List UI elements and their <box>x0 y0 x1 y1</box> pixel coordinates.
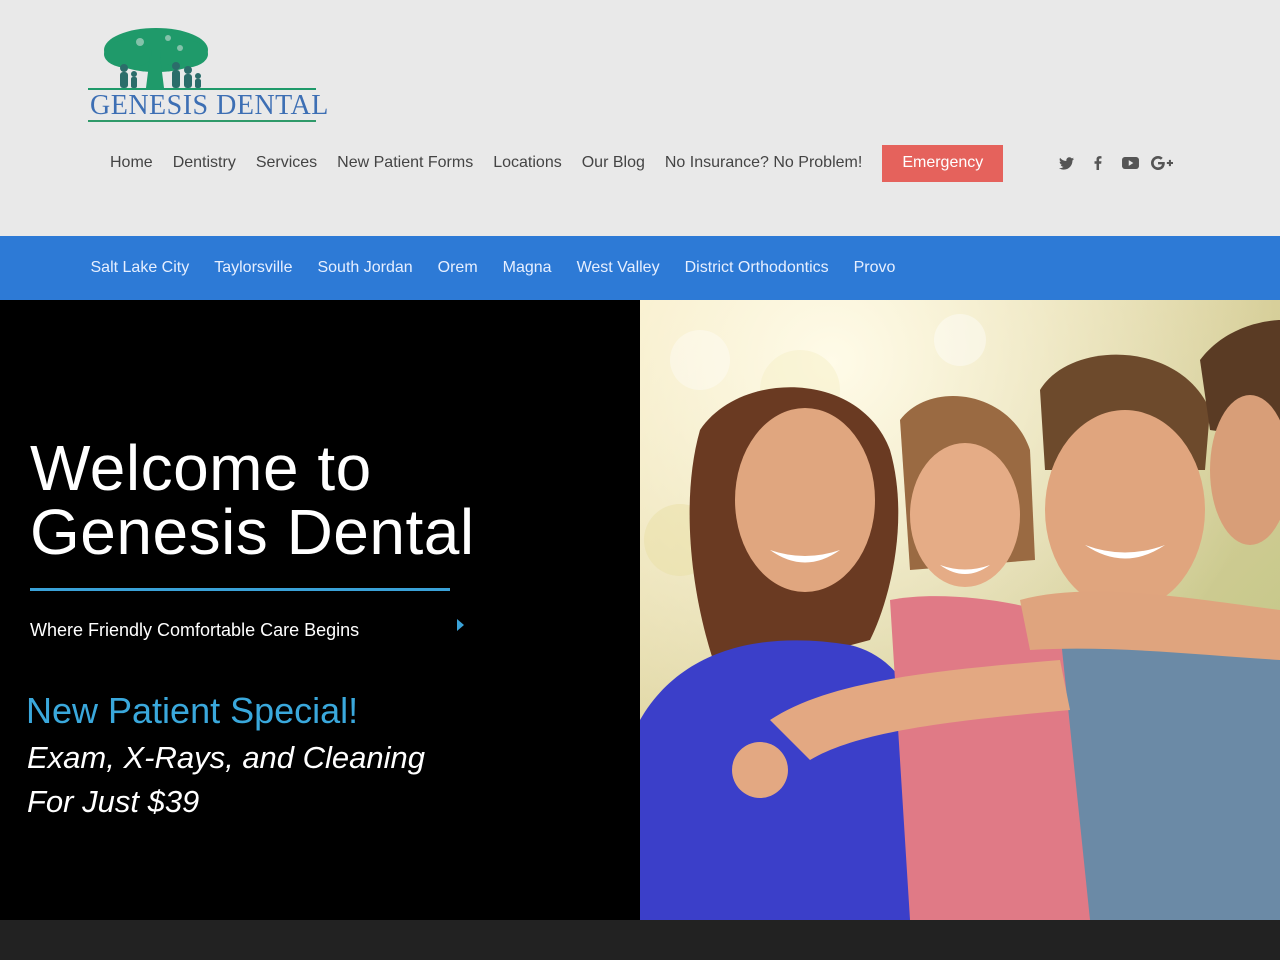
hero-text-panel: Welcome to Genesis Dental Where Friendly… <box>0 300 640 920</box>
hero-subtitle: Where Friendly Comfortable Care Begins <box>30 620 360 640</box>
main-nav: Home Dentistry Services New Patient Form… <box>100 144 1004 182</box>
site-header: GENESIS DENTAL Home Dentistry Services N… <box>0 0 1280 236</box>
location-orem[interactable]: Orem <box>425 259 490 277</box>
logo[interactable]: GENESIS DENTAL <box>88 26 328 122</box>
location-magna[interactable]: Magna <box>490 259 564 277</box>
hero-divider <box>30 588 450 591</box>
nav-our-blog[interactable]: Our Blog <box>572 154 655 172</box>
location-west-valley[interactable]: West Valley <box>564 259 672 277</box>
emergency-button[interactable]: Emergency <box>882 144 1004 182</box>
location-salt-lake-city[interactable]: Salt Lake City <box>78 259 202 277</box>
nav-new-patient-forms[interactable]: New Patient Forms <box>327 154 483 172</box>
logo-underline <box>88 120 316 122</box>
twitter-icon[interactable] <box>1050 151 1082 175</box>
location-taylorsville[interactable]: Taylorsville <box>202 259 305 277</box>
nav-dentistry[interactable]: Dentistry <box>163 154 246 172</box>
hero-title-line1: Welcome to <box>30 432 372 504</box>
nav-home[interactable]: Home <box>100 154 163 172</box>
logo-text: GENESIS DENTAL <box>90 90 329 121</box>
nav-no-insurance[interactable]: No Insurance? No Problem! <box>655 154 872 172</box>
footer-strip <box>0 920 1280 960</box>
google-plus-icon[interactable] <box>1146 151 1178 175</box>
social-links <box>1050 151 1178 175</box>
family-photo-image <box>640 300 1280 920</box>
location-district-orthodontics[interactable]: District Orthodontics <box>672 259 841 277</box>
nav-services[interactable]: Services <box>246 154 327 172</box>
hero-title: Welcome to Genesis Dental <box>30 436 475 564</box>
logo-tree-icon <box>88 28 316 90</box>
special-offer-line1: Exam, X-Rays, and Cleaning <box>27 740 426 775</box>
location-south-jordan[interactable]: South Jordan <box>305 259 425 277</box>
special-offer-line2: For Just $39 <box>27 784 200 819</box>
nav-locations[interactable]: Locations <box>483 154 572 172</box>
youtube-icon[interactable] <box>1114 151 1146 175</box>
play-arrow-icon[interactable] <box>457 619 464 631</box>
location-provo[interactable]: Provo <box>841 259 908 277</box>
special-offer-title: New Patient Special! <box>26 690 359 731</box>
location-bar: Salt Lake City Taylorsville South Jordan… <box>0 236 1280 300</box>
hero-family-photo <box>640 300 1280 920</box>
hero-title-line2: Genesis Dental <box>30 496 475 568</box>
facebook-icon[interactable] <box>1082 151 1114 175</box>
